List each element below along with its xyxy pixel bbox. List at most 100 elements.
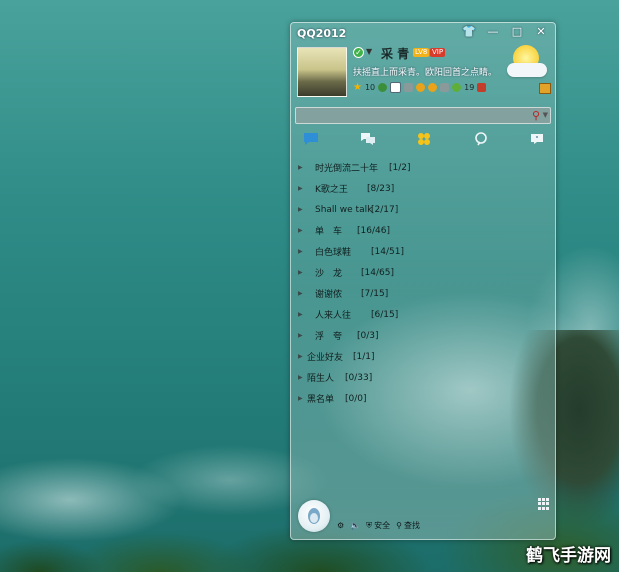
group-row[interactable]: ▶ 陌生人 [0/33] (291, 367, 557, 388)
expand-arrow-icon: ▶ (298, 185, 303, 192)
group-name: 沙 龙 (315, 269, 343, 279)
group-chat-icon (360, 133, 375, 145)
qzone-icon[interactable] (378, 83, 388, 92)
expand-arrow-icon: ▶ (298, 374, 303, 381)
main-tabs (301, 131, 547, 147)
group-row[interactable]: ▶ Shall we talk [2/17] (291, 199, 557, 220)
maximize-button[interactable]: □ (509, 25, 525, 39)
pet-icon[interactable] (416, 83, 426, 92)
expand-arrow-icon: ▶ (298, 311, 303, 318)
music-icon[interactable] (440, 83, 450, 92)
contacts-icon (304, 133, 318, 145)
minimize-icon: — (487, 25, 499, 38)
group-count: [6/15] (371, 309, 399, 320)
sound-button[interactable]: 🔈 (350, 521, 360, 530)
search-bar: ⚲ ▼ (295, 107, 551, 125)
group-name: 白色球鞋 (315, 248, 352, 258)
close-button[interactable]: ✕ (533, 25, 549, 39)
group-row[interactable]: ▶ 浮 夸 [0/3] (291, 325, 557, 346)
expand-arrow-icon: ▶ (298, 353, 303, 360)
tab-messages[interactable] (527, 131, 547, 147)
level-badge[interactable]: LV8 (413, 48, 430, 57)
group-row[interactable]: ▶ 时光倒流二十年 [1/2] (291, 157, 557, 178)
star-icon[interactable]: ★ (353, 83, 362, 93)
minimize-button[interactable]: — (485, 25, 501, 39)
group-row[interactable]: ▶ 白色球鞋 [14/51] (291, 241, 557, 262)
wallet-icon[interactable] (428, 83, 438, 92)
maximize-icon: □ (511, 25, 523, 38)
group-count: [14/51] (371, 246, 404, 257)
penguin-icon[interactable] (477, 83, 487, 92)
profile-infobar: ★ 10 19 (353, 82, 487, 93)
tab-qzone[interactable] (414, 131, 434, 147)
cart-icon[interactable] (404, 83, 414, 92)
group-name: 黑名单 (307, 395, 335, 405)
group-name: 企业好友 (307, 353, 344, 363)
group-row[interactable]: ▶ 人来人往 [6/15] (291, 304, 557, 325)
group-count: [1/1] (353, 351, 375, 362)
mailbox-icon[interactable] (539, 83, 551, 94)
group-count: [14/65] (361, 267, 394, 278)
main-menu-button[interactable] (298, 500, 330, 532)
contact-groups: ▶ 时光倒流二十年 [1/2] ▶ K歌之王 [8/23] ▶ Shall we talk… (291, 157, 557, 409)
skin-button[interactable]: 👕 (461, 25, 477, 39)
tab-recent[interactable] (471, 131, 491, 147)
group-row[interactable]: ▶ 谢谢侬 [7/15] (291, 283, 557, 304)
find-label: 查找 (404, 521, 420, 530)
group-name: 单 车 (315, 227, 343, 237)
group-count: [16/46] (357, 225, 390, 236)
app-grid-icon[interactable] (538, 498, 550, 510)
group-name: 时光倒流二十年 (315, 164, 379, 174)
weather-icon[interactable] (507, 43, 547, 79)
status-dropdown-icon[interactable]: ▼ (366, 47, 372, 56)
close-icon: ✕ (536, 25, 546, 38)
search-icon[interactable]: ⚲ (532, 108, 540, 123)
penguin-icon (308, 508, 320, 524)
group-count: [0/3] (357, 330, 379, 341)
group-name: 浮 夸 (315, 332, 343, 342)
search-input[interactable] (300, 108, 524, 125)
expand-arrow-icon: ▶ (298, 290, 303, 297)
settings-button[interactable]: ⚙ (337, 521, 344, 530)
online-status-icon[interactable]: ✓ (353, 47, 364, 58)
group-count: [2/17] (371, 204, 399, 215)
clover-icon[interactable] (452, 83, 462, 92)
group-name: 谢谢侬 (315, 290, 343, 300)
nickname: 采 青 (381, 47, 410, 61)
tab-contacts[interactable] (301, 131, 321, 147)
shirt-icon: 👕 (462, 25, 476, 38)
signature[interactable]: 扶摇直上而采青。欧阳回首之点睛。 (353, 65, 497, 78)
tab-groups[interactable] (358, 131, 378, 147)
window-controls: 👕 — □ ✕ (461, 25, 549, 39)
search-icon: ⚲ (396, 521, 402, 530)
level-value: 10 (364, 83, 376, 92)
expand-arrow-icon: ▶ (298, 395, 303, 402)
window-title: QQ2012 (297, 27, 347, 40)
group-count: [7/15] (361, 288, 389, 299)
clover-count: 19 (464, 83, 475, 92)
group-row[interactable]: ▶ K歌之王 [8/23] (291, 178, 557, 199)
group-row[interactable]: ▶ 企业好友 [1/1] (291, 346, 557, 367)
group-row[interactable]: ▶ 单 车 [16/46] (291, 220, 557, 241)
expand-arrow-icon: ▶ (298, 206, 303, 213)
search-dropdown-icon[interactable]: ▼ (543, 108, 548, 123)
group-count: [0/0] (345, 393, 367, 404)
group-name: 陌生人 (307, 374, 335, 384)
qzone-star-icon (418, 133, 430, 145)
group-count: [8/23] (367, 183, 395, 194)
expand-arrow-icon: ▶ (298, 248, 303, 255)
expand-arrow-icon: ▶ (298, 269, 303, 276)
mail-icon[interactable] (390, 82, 402, 93)
find-button[interactable]: ⚲ 查找 (396, 520, 420, 531)
group-name: 人来人往 (315, 311, 352, 321)
group-row[interactable]: ▶ 黑名单 [0/0] (291, 388, 557, 409)
shield-icon: ⛨ (366, 520, 373, 530)
speaker-icon: 🔈 (350, 521, 361, 530)
vip-badge[interactable]: VIP (430, 48, 446, 57)
qq-main-panel: QQ2012 👕 — □ ✕ ✓ ▼ 采 青 LV8 VIP 扶摇直上而采青。欧… (290, 22, 556, 540)
avatar[interactable] (297, 47, 347, 97)
security-button[interactable]: ⛨ 安全 (366, 520, 390, 531)
expand-arrow-icon: ▶ (298, 332, 303, 339)
group-row[interactable]: ▶ 沙 龙 [14/65] (291, 262, 557, 283)
gear-icon: ⚙ (337, 521, 345, 530)
